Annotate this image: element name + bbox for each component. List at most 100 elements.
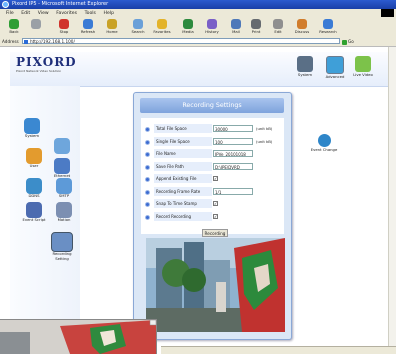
advanced-icon (326, 56, 344, 74)
bullet-icon (145, 214, 150, 220)
sidebar-item-label: SMTP (58, 193, 70, 198)
user-icon (26, 148, 42, 164)
window-title-bar: Pixord IP5 - Microsoft Internet Explorer (0, 0, 396, 9)
toolbar-button-stop[interactable]: Stop (54, 19, 74, 34)
favorites-icon (157, 19, 167, 29)
sidebar-item-label: Motion (57, 217, 71, 222)
toolbar-label: Print (251, 29, 261, 34)
record-recording-checkbox[interactable]: ✓ (213, 213, 218, 219)
media-icon (183, 19, 193, 29)
menu-help[interactable]: Help (104, 11, 114, 16)
snap-to-time-stamp-checkbox[interactable]: ✓ (213, 201, 218, 206)
window-title: Pixord IP5 - Microsoft Internet Explorer (12, 1, 109, 7)
bullet-icon (145, 202, 150, 207)
toolbar-label: History (205, 29, 219, 34)
address-label: Address (2, 39, 19, 44)
menu-favorites[interactable]: Favorites (56, 11, 77, 16)
toolbar-label: Search (131, 29, 145, 34)
internet-explorer-icon (2, 1, 9, 8)
back-icon (9, 19, 19, 29)
sidebar-item-label: DDNS (28, 193, 40, 198)
system-icon (297, 56, 313, 72)
page-icon (24, 40, 28, 44)
single-file-space-input[interactable]: 100 (213, 137, 253, 145)
total-file-space-input[interactable]: 30000 (213, 125, 253, 132)
overlapping-image-scene (0, 320, 156, 354)
bullet-icon (145, 164, 150, 170)
system-icon (24, 118, 40, 134)
stop-icon (59, 19, 69, 29)
save-file-path-input[interactable]: D:\IPE\DVRD (213, 162, 253, 170)
header-nav-live-video[interactable]: Live Video (350, 56, 376, 77)
single-file-space-label: Single File Space (154, 136, 212, 146)
file-name-label: File Name (154, 149, 212, 158)
sidebar-item-label: User (29, 163, 39, 168)
sidebar-item-system[interactable]: System (20, 118, 44, 139)
recording-frame-rate-label: Recording Frame Rate (154, 186, 212, 196)
sidebar-item-recording-setting[interactable]: Recording Setting (50, 232, 74, 261)
recording-button[interactable]: Recording (202, 229, 228, 237)
mail-icon (231, 19, 241, 29)
bullet-icon (145, 177, 150, 182)
save-file-path-label: Save File Path (154, 161, 212, 171)
sidebar-item-event-script[interactable]: Event Script (22, 202, 46, 223)
sidebar-item-smtp[interactable]: SMTP (52, 178, 76, 199)
header-nav-advanced[interactable]: Advanced (322, 56, 348, 79)
toolbar-label: Mail (232, 29, 240, 34)
event-script-icon (26, 202, 42, 218)
header-nav-system[interactable]: System (292, 56, 318, 77)
browser-toolbar: Back Stop Refresh Home Search Favorites Media H… (0, 17, 396, 38)
address-input[interactable]: http://192.168.1.100/ (22, 38, 340, 44)
total-file-space-unit: (unit kB) (256, 126, 273, 131)
append-existing-file-label: Append Existing File (154, 174, 212, 183)
event-change-link[interactable]: Event Change (309, 134, 339, 152)
toolbar-button-mail[interactable]: Mail (226, 19, 246, 34)
research-icon (323, 19, 333, 29)
sidebar-item-ethernet[interactable]: Ethernet (50, 158, 74, 179)
toolbar-label: Media (182, 29, 194, 34)
menu-edit[interactable]: Edit (21, 11, 30, 16)
forward-icon (31, 19, 41, 29)
sidebar-item-network[interactable] (50, 138, 74, 154)
toolbar-button-refresh[interactable]: Refresh (78, 19, 98, 34)
go-button[interactable]: Go (342, 38, 360, 45)
menu-tools[interactable]: Tools (85, 11, 96, 16)
toolbar-button-home[interactable]: Home (102, 19, 122, 34)
vertical-scrollbar[interactable] (388, 47, 396, 346)
form-row-save-file-path: Save File Path D:\IPE\DVRD (145, 161, 282, 173)
bullet-icon (145, 152, 150, 157)
sidebar-item-ddns[interactable]: DDNS (22, 178, 46, 199)
toolbar-button-research[interactable]: Research (318, 19, 338, 34)
network-icon (54, 138, 70, 154)
event-change-icon (317, 134, 331, 147)
toolbar-label: Back (9, 29, 19, 34)
toolbar-button-history[interactable]: History (202, 19, 222, 34)
toolbar-button-media[interactable]: Media (178, 19, 198, 34)
menu-view[interactable]: View (38, 11, 49, 16)
sidebar-item-label: Recording Setting (52, 251, 72, 261)
form-row-single-file-space: Single File Space 100 (unit kB) (145, 136, 282, 148)
camera-preview-image (146, 238, 285, 332)
bullet-icon (145, 139, 150, 145)
toolbar-button-back[interactable]: Back (4, 19, 24, 34)
snap-to-time-stamp-label: Snap To Time Stamp (154, 199, 212, 208)
toolbar-button-edit[interactable]: Edit (268, 19, 288, 34)
total-file-space-label: Total File Space (154, 124, 212, 133)
panel-title: Recording Settings (140, 98, 284, 113)
sidebar-item-label: Event Script (22, 217, 46, 222)
file-name-input[interactable]: IPVe_20101018 (213, 150, 253, 157)
toolbar-button-discuss[interactable]: Discuss (292, 19, 312, 34)
sidebar-item-motion[interactable]: Motion (52, 202, 76, 223)
toolbar-button-print[interactable]: Print (246, 19, 266, 34)
recording-frame-rate-input[interactable]: 1/1 (213, 187, 253, 195)
append-existing-file-checkbox[interactable]: ✓ (213, 176, 218, 181)
menu-file[interactable]: File (6, 11, 14, 16)
toolbar-button-favorites[interactable]: Favorites (152, 19, 172, 34)
smtp-icon (56, 178, 72, 194)
home-icon (107, 19, 117, 29)
sidebar-item-user[interactable]: User (22, 148, 46, 169)
toolbar-button-search[interactable]: Search (128, 19, 148, 34)
toolbar-label: Refresh (80, 29, 96, 34)
overlapping-image-window (0, 319, 157, 354)
toolbar-button-forward[interactable] (26, 19, 46, 29)
